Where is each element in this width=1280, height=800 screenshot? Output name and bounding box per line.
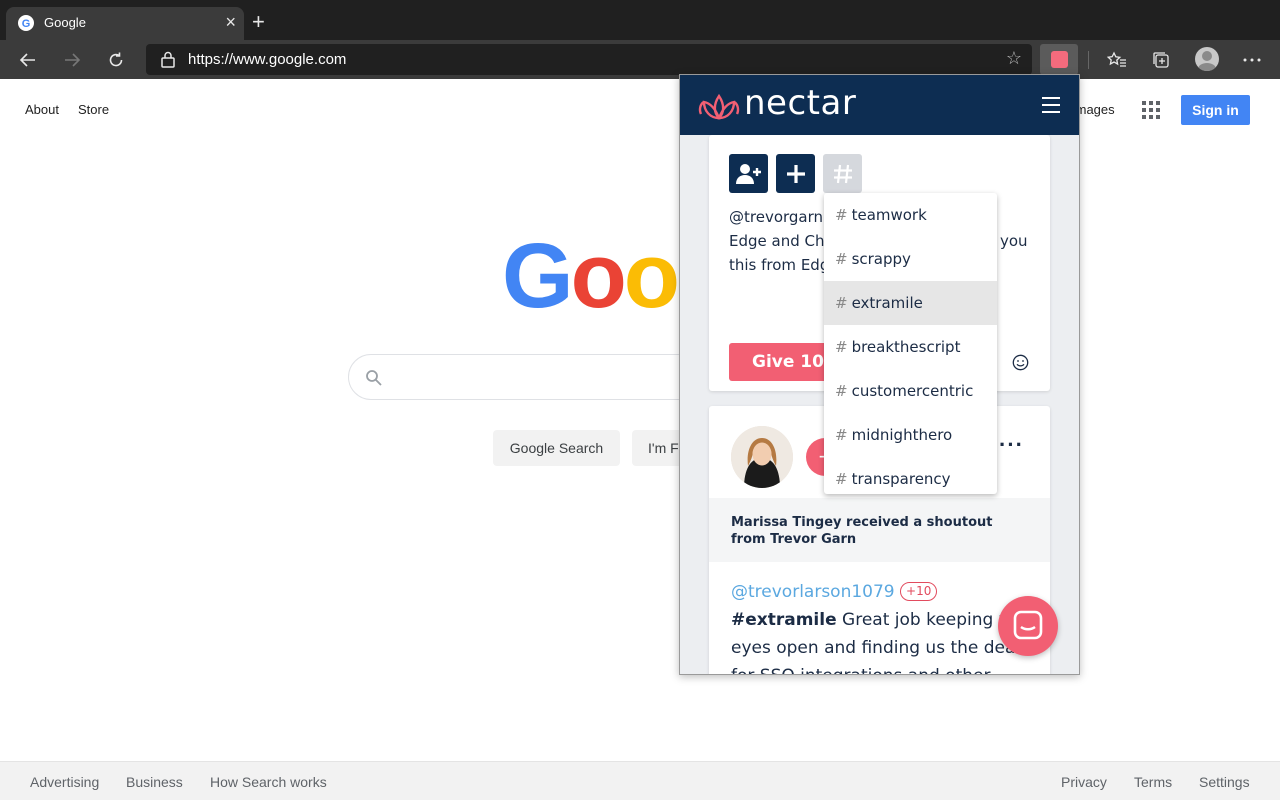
browser-toolbar: https://www.google.com ☆ — [0, 40, 1280, 79]
back-icon[interactable] — [16, 48, 40, 72]
add-user-icon — [735, 163, 761, 184]
svg-text:G: G — [22, 18, 31, 30]
favorite-star-icon[interactable]: ☆ — [1006, 48, 1022, 69]
footer-settings-link[interactable]: Settings — [1199, 774, 1250, 790]
post-hashtag[interactable]: #extramile — [731, 610, 837, 630]
google-favicon-icon: G — [18, 15, 34, 31]
chat-icon — [1013, 610, 1043, 640]
google-footer: Advertising Business How Search works Pr… — [0, 761, 1280, 800]
add-points-button[interactable] — [776, 154, 815, 193]
hashtag-option-breakthescript[interactable]: # breakthescript — [824, 325, 997, 369]
more-menu-icon[interactable] — [1240, 48, 1264, 72]
shoutout-banner: Marissa Tingey received a shoutout from … — [709, 498, 1050, 562]
nectar-header: nectar — [680, 75, 1079, 135]
hash-symbol: # — [835, 338, 848, 356]
hash-symbol: # — [835, 294, 848, 312]
hashtag-option-teamwork[interactable]: # teamwork — [824, 193, 997, 237]
points-badge: +10 — [900, 582, 938, 601]
footer-terms-link[interactable]: Terms — [1134, 774, 1172, 790]
nectar-logo-icon — [698, 93, 740, 120]
plus-icon — [786, 164, 805, 183]
tab-google[interactable]: G Google × — [6, 7, 244, 40]
mention-link[interactable]: @trevorlarson1079 — [731, 582, 895, 602]
emoji-icon[interactable] — [1012, 354, 1029, 371]
apps-grid-icon[interactable] — [1142, 101, 1160, 119]
footer-advertising-link[interactable]: Advertising — [30, 774, 99, 790]
hamburger-menu-icon[interactable] — [1042, 97, 1060, 113]
close-tab-icon[interactable]: × — [225, 13, 236, 31]
tab-strip: G Google × + — [0, 0, 1280, 40]
search-icon — [366, 370, 382, 386]
add-recipient-button[interactable] — [729, 154, 768, 193]
hash-symbol: # — [835, 382, 848, 400]
hashtag-option-midnighthero[interactable]: # midnighthero — [824, 413, 997, 457]
compose-line-3: this from Edge — [729, 256, 839, 274]
user-avatar[interactable] — [731, 426, 793, 488]
favorites-icon[interactable] — [1105, 48, 1129, 72]
footer-how-search-works-link[interactable]: How Search works — [210, 774, 327, 790]
google-search-button[interactable]: Google Search — [493, 430, 620, 466]
hashtag-label: scrappy — [851, 250, 911, 268]
nectar-extension-button[interactable] — [1040, 44, 1078, 75]
hash-symbol: # — [835, 426, 848, 444]
hashtag-option-customercentric[interactable]: # customercentric — [824, 369, 997, 413]
hashtag-label: customercentric — [851, 382, 974, 400]
hashtag-option-scrappy[interactable]: # scrappy — [824, 237, 997, 281]
sign-in-button[interactable]: Sign in — [1181, 95, 1250, 125]
hashtag-label: breakthescript — [851, 338, 961, 356]
nectar-extension-icon — [1051, 51, 1068, 68]
url-text: https://www.google.com — [188, 51, 347, 68]
forward-icon[interactable] — [60, 48, 84, 72]
nectar-extension-popup: nectar @trevorgarn - Edge Edge and Chrom… — [679, 74, 1080, 675]
hashtag-label: midnighthero — [851, 426, 953, 444]
collections-icon[interactable] — [1149, 48, 1173, 72]
refresh-icon[interactable] — [104, 48, 128, 72]
post-body: @trevorlarson1079 +10 #extramile Great j… — [731, 578, 1041, 674]
compose-line-2b: you — [1000, 232, 1028, 250]
tab-title: Google — [44, 15, 86, 30]
nectar-brand: nectar — [744, 83, 857, 123]
hashtag-label: transparency — [851, 470, 951, 488]
hashtag-label: teamwork — [851, 206, 927, 224]
hash-symbol: # — [835, 470, 848, 488]
hashtag-option-extramile[interactable]: # extramile — [824, 281, 997, 325]
hashtag-icon — [833, 164, 852, 183]
hashtag-label: extramile — [851, 294, 923, 312]
more-options-icon[interactable]: ··· — [999, 432, 1024, 458]
store-link[interactable]: Store — [78, 102, 109, 117]
hash-symbol: # — [835, 206, 848, 224]
about-link[interactable]: About — [25, 102, 59, 117]
add-hashtag-button[interactable] — [823, 154, 862, 193]
shoutout-text: Marissa Tingey received a shoutout from … — [731, 515, 993, 547]
address-bar[interactable]: https://www.google.com ☆ — [146, 44, 1032, 75]
new-tab-icon[interactable]: + — [252, 11, 265, 33]
footer-business-link[interactable]: Business — [126, 774, 183, 790]
hashtag-option-transparency[interactable]: # transparency — [824, 457, 997, 494]
hash-symbol: # — [835, 250, 848, 268]
lock-icon — [161, 51, 175, 68]
hashtag-dropdown: # teamwork # scrappy # extramile # breakthes… — [824, 193, 997, 494]
toolbar-divider — [1088, 51, 1089, 69]
footer-privacy-link[interactable]: Privacy — [1061, 774, 1107, 790]
chat-launcher-button[interactable] — [998, 596, 1058, 656]
profile-avatar-icon[interactable] — [1195, 47, 1219, 71]
